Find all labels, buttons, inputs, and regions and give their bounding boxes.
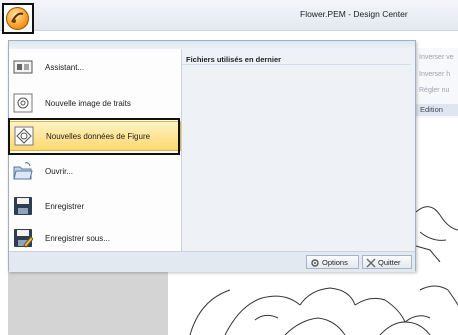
close-icon bbox=[366, 258, 376, 268]
menu-item-new-figure-data[interactable]: Nouvelles données de Figure bbox=[9, 121, 181, 151]
wizard-icon bbox=[13, 60, 33, 74]
options-button[interactable]: Options bbox=[306, 255, 359, 269]
application-menu: Assistant... Nouvelle image de traits No… bbox=[8, 40, 416, 272]
recent-files-title: Fichiers utilisés en dernier bbox=[186, 55, 282, 64]
save-as-icon bbox=[14, 229, 33, 248]
folder-open-icon bbox=[13, 162, 33, 180]
menu-item-label: Assistant... bbox=[45, 63, 85, 72]
menu-footer: Options Quitter bbox=[9, 251, 415, 272]
save-icon bbox=[14, 197, 32, 215]
menu-item-label: Enregistrer bbox=[45, 202, 85, 211]
divider bbox=[182, 64, 411, 65]
quit-button[interactable]: Quitter bbox=[362, 255, 412, 269]
menu-item-label: Enregistrer sous... bbox=[45, 234, 110, 243]
quit-label: Quitter bbox=[378, 258, 401, 267]
gear-icon bbox=[311, 259, 319, 267]
menu-item-assistant[interactable]: Assistant... bbox=[9, 53, 181, 83]
menu-item-save-as[interactable]: Enregistrer sous... bbox=[9, 224, 181, 254]
options-label: Options bbox=[322, 258, 348, 267]
recent-files-panel: Fichiers utilisés en dernier bbox=[182, 49, 411, 251]
menu-header bbox=[9, 41, 415, 49]
menu-item-open[interactable]: Ouvrir... bbox=[9, 157, 181, 187]
new-figure-data-icon bbox=[14, 126, 34, 146]
menu-item-new-line-image[interactable]: Nouvelle image de traits bbox=[9, 89, 181, 119]
menu-item-label: Nouvelles données de Figure bbox=[46, 132, 151, 141]
new-line-image-icon bbox=[13, 93, 33, 113]
menu-item-label: Nouvelle image de traits bbox=[45, 99, 131, 108]
menu-item-save[interactable]: Enregistrer bbox=[9, 192, 181, 222]
menu-commands: Assistant... Nouvelle image de traits No… bbox=[9, 49, 182, 251]
menu-item-label: Ouvrir... bbox=[45, 167, 74, 176]
